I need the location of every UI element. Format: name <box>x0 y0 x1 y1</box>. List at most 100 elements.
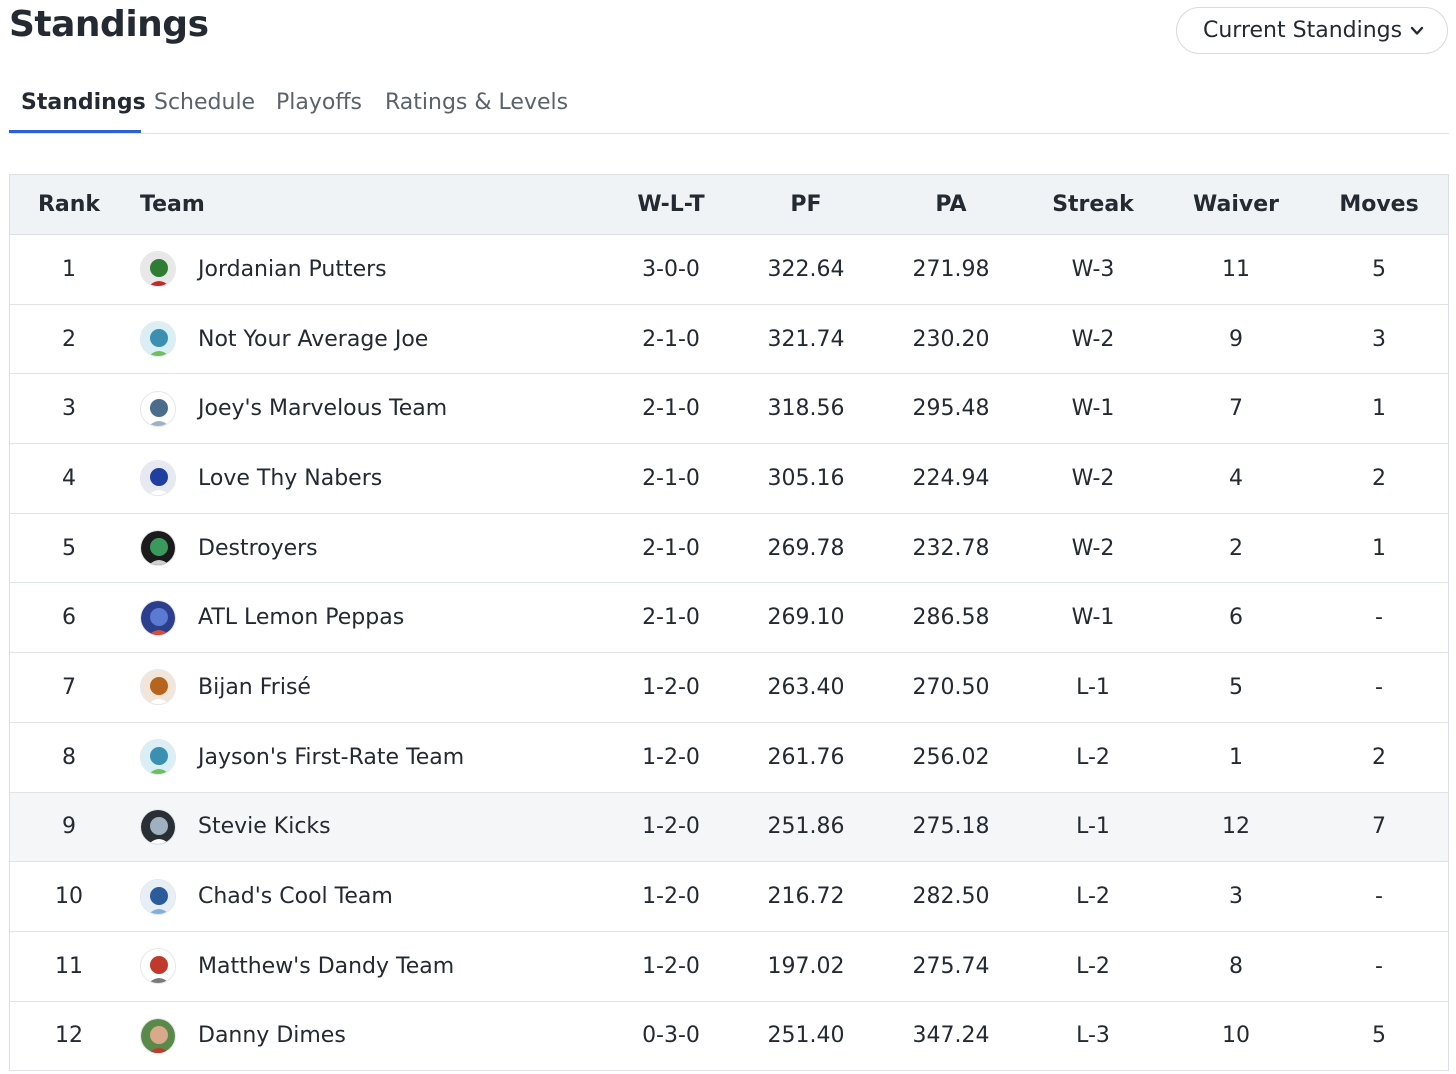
tab-standings[interactable]: Standings <box>21 90 146 115</box>
player-photo-avatar[interactable] <box>140 1017 176 1054</box>
pa-cell: 270.50 <box>912 674 990 700</box>
column-header-team[interactable]: Team <box>140 175 620 235</box>
pa-cell: 232.78 <box>912 535 990 561</box>
team-name-link[interactable]: Chad's Cool Team <box>198 884 393 909</box>
team-cell: Destroyers <box>140 514 620 583</box>
rank-cell: 4 <box>62 465 76 491</box>
pa-cell: 256.02 <box>912 744 990 770</box>
pf-cell: 269.78 <box>767 535 845 561</box>
column-header-wlt[interactable]: W-L-T <box>610 175 732 235</box>
rank-cell: 8 <box>62 744 76 770</box>
waiver-cell: 6 <box>1229 605 1243 631</box>
team-name-link[interactable]: Bijan Frisé <box>198 675 311 700</box>
standings-view-select[interactable]: Current Standings <box>1176 7 1448 54</box>
mascot-avatar[interactable] <box>140 321 176 358</box>
wlt-cell: 2-1-0 <box>642 326 700 352</box>
moves-cell: - <box>1375 674 1383 700</box>
table-row: 10 1-2-0 216.72 282.50 L-2 3 - Chad's Cool Team <box>10 862 1448 932</box>
team-name-link[interactable]: ATL Lemon Peppas <box>198 605 404 630</box>
moves-cell: - <box>1375 884 1383 910</box>
column-header-streak[interactable]: Streak <box>1032 175 1154 235</box>
rank-cell: 1 <box>62 256 76 282</box>
moves-cell: 7 <box>1372 814 1386 840</box>
team-name-link[interactable]: Jayson's First-Rate Team <box>198 745 464 770</box>
pf-cell: 269.10 <box>767 605 845 631</box>
player-jersey-avatar[interactable] <box>140 460 176 497</box>
wlt-cell: 3-0-0 <box>642 256 700 282</box>
kicks-logo-avatar[interactable] <box>140 808 176 845</box>
pf-cell: 321.74 <box>767 326 845 352</box>
shark-avatar[interactable] <box>140 390 176 427</box>
waiver-cell: 7 <box>1229 396 1243 422</box>
team-name-link[interactable]: Love Thy Nabers <box>198 466 382 491</box>
tab-schedule[interactable]: Schedule <box>154 90 255 115</box>
column-header-moves[interactable]: Moves <box>1318 175 1440 235</box>
standings-view-label: Current Standings <box>1203 18 1403 43</box>
team-name-link[interactable]: Not Your Average Joe <box>198 327 428 352</box>
table-header: Rank Team W-L-T PF PA Streak Waiver Move… <box>10 175 1448 235</box>
waiver-cell: 9 <box>1229 326 1243 352</box>
streak-cell: W-2 <box>1071 535 1115 561</box>
pa-cell: 286.58 <box>912 605 990 631</box>
waiver-cell: 1 <box>1229 744 1243 770</box>
table-row: 11 1-2-0 197.02 275.74 L-2 8 - Matthew's Dandy … <box>10 931 1448 1002</box>
streak-cell: L-3 <box>1076 1023 1110 1049</box>
pa-cell: 275.18 <box>912 814 990 840</box>
table-body: 1 3-0-0 322.64 271.98 W-3 11 5 Jordanian Putter… <box>10 235 1448 1072</box>
waiver-cell: 5 <box>1229 674 1243 700</box>
moves-cell: 2 <box>1372 465 1386 491</box>
pa-cell: 347.24 <box>912 1023 990 1049</box>
tab-ratings-levels[interactable]: Ratings & Levels <box>385 90 568 115</box>
waiver-cell: 4 <box>1229 465 1243 491</box>
rank-cell: 9 <box>62 814 76 840</box>
column-header-pf[interactable]: PF <box>745 175 867 235</box>
column-header-rank[interactable]: Rank <box>10 175 128 235</box>
wlt-cell: 2-1-0 <box>642 465 700 491</box>
dog-avatar[interactable] <box>140 669 176 706</box>
rank-cell: 5 <box>62 535 76 561</box>
city-skyline-avatar[interactable] <box>140 599 176 636</box>
table-row: 7 1-2-0 263.40 270.50 L-1 5 - Bijan Frisé <box>10 653 1448 723</box>
team-name-link[interactable]: Destroyers <box>198 536 318 561</box>
waiver-cell: 10 <box>1222 1023 1250 1049</box>
table-row: 3 2-1-0 318.56 295.48 W-1 7 1 Joey's Marvelous … <box>10 374 1448 445</box>
wlt-cell: 1-2-0 <box>642 814 700 840</box>
column-header-pa[interactable]: PA <box>890 175 1012 235</box>
table-row: 6 2-1-0 269.10 286.58 W-1 6 - ATL Lemon Peppas <box>10 583 1448 654</box>
team-name-link[interactable]: Jordanian Putters <box>198 257 387 282</box>
moves-cell: 2 <box>1372 744 1386 770</box>
mascot-avatar[interactable] <box>140 739 176 776</box>
waiver-cell: 8 <box>1229 953 1243 979</box>
team-name-link[interactable]: Matthew's Dandy Team <box>198 954 454 979</box>
golfer-flag-avatar[interactable] <box>140 251 176 288</box>
rank-cell: 3 <box>62 396 76 422</box>
helmet-logo-avatar[interactable] <box>140 948 176 985</box>
team-name-link[interactable]: Stevie Kicks <box>198 814 331 839</box>
waiver-cell: 11 <box>1222 256 1250 282</box>
pa-cell: 282.50 <box>912 884 990 910</box>
skull-avatar[interactable] <box>140 530 176 567</box>
team-cell: Matthew's Dandy Team <box>140 932 620 1001</box>
table-row: 4 2-1-0 305.16 224.94 W-2 4 2 Love Thy Nabers <box>10 444 1448 514</box>
team-name-link[interactable]: Danny Dimes <box>198 1023 346 1048</box>
pa-cell: 275.74 <box>912 953 990 979</box>
waiver-cell: 12 <box>1222 814 1250 840</box>
cartoon-face-avatar[interactable] <box>140 878 176 915</box>
table-row: 1 3-0-0 322.64 271.98 W-3 11 5 Jordanian Putter… <box>10 235 1448 305</box>
streak-cell: L-2 <box>1076 884 1110 910</box>
tab-playoffs[interactable]: Playoffs <box>276 90 362 115</box>
table-row: 12 0-3-0 251.40 347.24 L-3 10 5 Danny Dimes <box>10 1001 1448 1072</box>
team-name-link[interactable]: Joey's Marvelous Team <box>198 396 447 421</box>
active-tab-indicator <box>9 130 141 133</box>
streak-cell: W-1 <box>1071 605 1115 631</box>
column-header-waiver[interactable]: Waiver <box>1175 175 1297 235</box>
team-cell: ATL Lemon Peppas <box>140 583 620 652</box>
table-row: 8 1-2-0 261.76 256.02 L-2 1 2 Jayson's First-Ra… <box>10 722 1448 793</box>
table-row: 2 2-1-0 321.74 230.20 W-2 9 3 Not Your Average … <box>10 304 1448 375</box>
wlt-cell: 1-2-0 <box>642 674 700 700</box>
table-row: 5 2-1-0 269.78 232.78 W-2 2 1 Destroyers <box>10 513 1448 584</box>
chevron-down-icon <box>1410 26 1424 35</box>
page-title: Standings <box>9 4 209 45</box>
pf-cell: 251.86 <box>767 814 845 840</box>
pf-cell: 305.16 <box>767 465 845 491</box>
